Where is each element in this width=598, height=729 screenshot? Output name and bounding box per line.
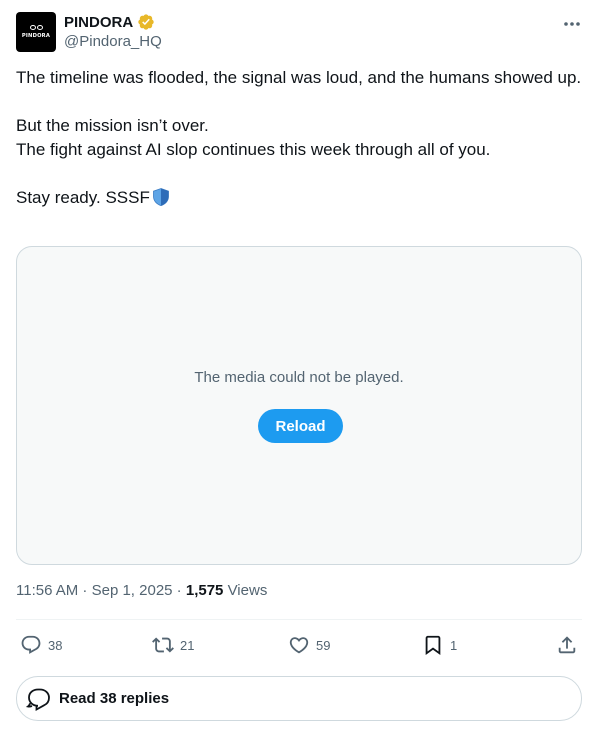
bookmark-count: 1 — [450, 637, 458, 653]
tweet-line-2: But the mission isn’t over. — [16, 116, 209, 135]
verified-badge-icon[interactable] — [137, 13, 155, 31]
reply-count: 38 — [48, 637, 63, 653]
tweet-date[interactable]: Sep 1, 2025 — [92, 582, 173, 599]
repost-count: 21 — [180, 637, 195, 653]
share-icon — [558, 636, 576, 654]
tweet-line-4-text: Stay ready. SSSF — [16, 188, 150, 207]
tweet-text: The timeline was flooded, the signal was… — [16, 66, 582, 210]
speech-bubble-icon — [25, 688, 50, 711]
tweet-time[interactable]: 11:56 AM — [16, 582, 78, 599]
reply-icon — [21, 635, 41, 654]
tweet-line-4: Stay ready. SSSF — [16, 186, 582, 210]
like-count: 59 — [316, 637, 331, 653]
heart-icon — [289, 637, 309, 654]
bookmark-button[interactable]: 1 — [422, 628, 457, 662]
name-row: PINDORA — [64, 12, 155, 32]
bookmark-icon — [425, 635, 441, 656]
repost-icon — [152, 637, 174, 653]
tweet-line-1: The timeline was flooded, the signal was… — [16, 68, 582, 87]
media-player[interactable]: The media could not be played. Reload — [16, 246, 582, 565]
read-replies-label: Read 38 replies — [59, 690, 170, 707]
reload-button[interactable]: Reload — [258, 409, 343, 443]
share-button[interactable] — [556, 628, 578, 662]
repost-button[interactable]: 21 — [152, 628, 194, 662]
divider — [16, 619, 582, 620]
media-error-message: The media could not be played. — [194, 369, 404, 386]
tweet-meta: 11:56 AM · Sep 1, 2025 · 1,575 Views — [16, 582, 268, 599]
like-button[interactable]: 59 — [288, 628, 330, 662]
avatar-logo-text: PINDORA — [21, 33, 51, 39]
tweet-line-3: The fight against AI slop continues this… — [16, 140, 491, 159]
action-bar: 38 21 59 1 — [16, 628, 582, 662]
views-label: Views — [227, 582, 268, 599]
display-name[interactable]: PINDORA — [64, 14, 133, 31]
blue-shield-icon — [152, 188, 169, 207]
read-replies-button[interactable]: Read 38 replies — [16, 676, 582, 721]
views-count: 1,575 — [185, 582, 224, 599]
handle[interactable]: @Pindora_HQ — [64, 33, 162, 50]
reply-button[interactable]: 38 — [20, 628, 62, 662]
avatar[interactable]: PINDORA — [16, 12, 56, 52]
pindora-logo-icon — [29, 25, 43, 30]
more-options-icon[interactable] — [562, 14, 582, 34]
tweet-header: PINDORA PINDORA @Pindora_HQ — [16, 12, 582, 52]
